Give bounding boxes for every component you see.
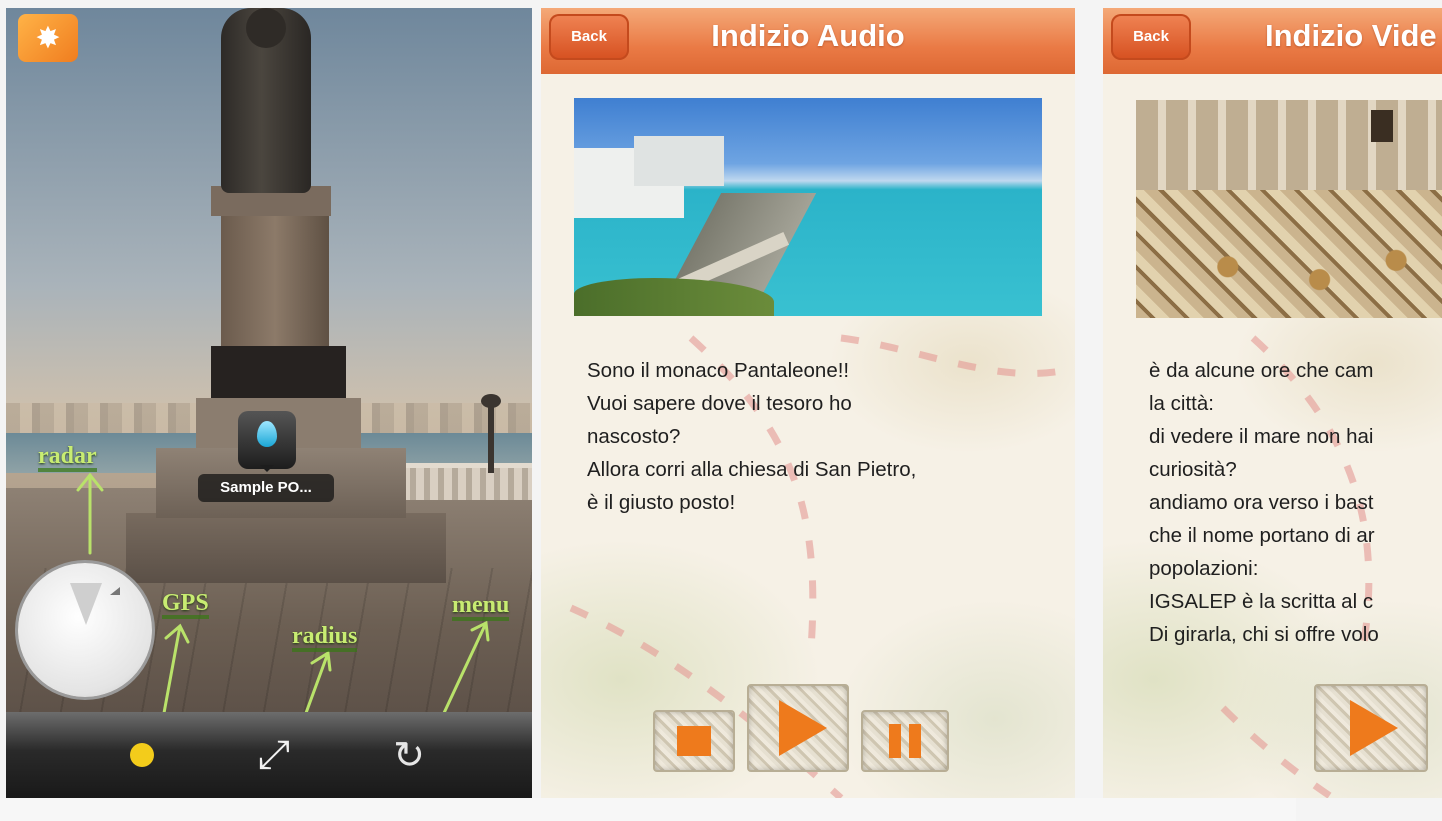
play-icon bbox=[1350, 700, 1398, 756]
ar-camera-screen: ✸ Sample PO... radar GPS radius menu ⤢ ↻ bbox=[6, 8, 532, 798]
page-title: Indizio Audio bbox=[711, 18, 905, 53]
gps-dot-icon[interactable] bbox=[130, 743, 154, 767]
clue-text: Sono il monaco Pantaleone!! Vuoi sapere … bbox=[587, 359, 917, 514]
pause-icon bbox=[889, 724, 901, 758]
page-title: Indizio Vide bbox=[1265, 18, 1437, 53]
clue-photo-hall bbox=[1136, 100, 1442, 318]
video-clue-screen: Back Indizio Vide è da alcune ore che ca… bbox=[1103, 8, 1442, 798]
pause-button[interactable] bbox=[861, 710, 949, 772]
bottom-strip bbox=[0, 798, 1296, 821]
audio-clue-screen: Back Indizio Audio Sono il monaco Pantal… bbox=[541, 8, 1075, 798]
play-button[interactable] bbox=[747, 684, 849, 772]
gps-annotation: GPS bbox=[162, 591, 209, 619]
clue-photo-coastline bbox=[574, 98, 1042, 316]
radius-annotation: radius bbox=[292, 624, 358, 652]
stop-icon bbox=[677, 726, 711, 756]
navigation-bar: Back Indizio Audio bbox=[541, 8, 1075, 74]
photo-arches bbox=[1136, 100, 1442, 190]
pause-icon-bar bbox=[909, 724, 921, 758]
menu-annotation: menu bbox=[452, 593, 510, 621]
refresh-icon[interactable]: ↻ bbox=[389, 736, 429, 776]
clue-text: è da alcune ore che cam la città: di ved… bbox=[1149, 359, 1379, 646]
photo-mosaic-floor bbox=[1136, 190, 1442, 318]
annotation-arrows bbox=[76, 472, 490, 715]
ar-toolbar: ⤢ ↻ bbox=[6, 712, 532, 798]
photo-town-2 bbox=[634, 136, 724, 186]
photo-door bbox=[1371, 110, 1393, 142]
navigation-bar: Back Indizio Vide bbox=[1103, 8, 1442, 74]
play-button[interactable] bbox=[1314, 684, 1428, 772]
resize-arrows-icon[interactable]: ⤢ bbox=[251, 732, 297, 778]
back-button[interactable]: Back bbox=[1111, 14, 1191, 60]
radar-annotation: radar bbox=[38, 444, 97, 472]
play-icon bbox=[779, 700, 827, 756]
stop-button[interactable] bbox=[653, 710, 735, 772]
